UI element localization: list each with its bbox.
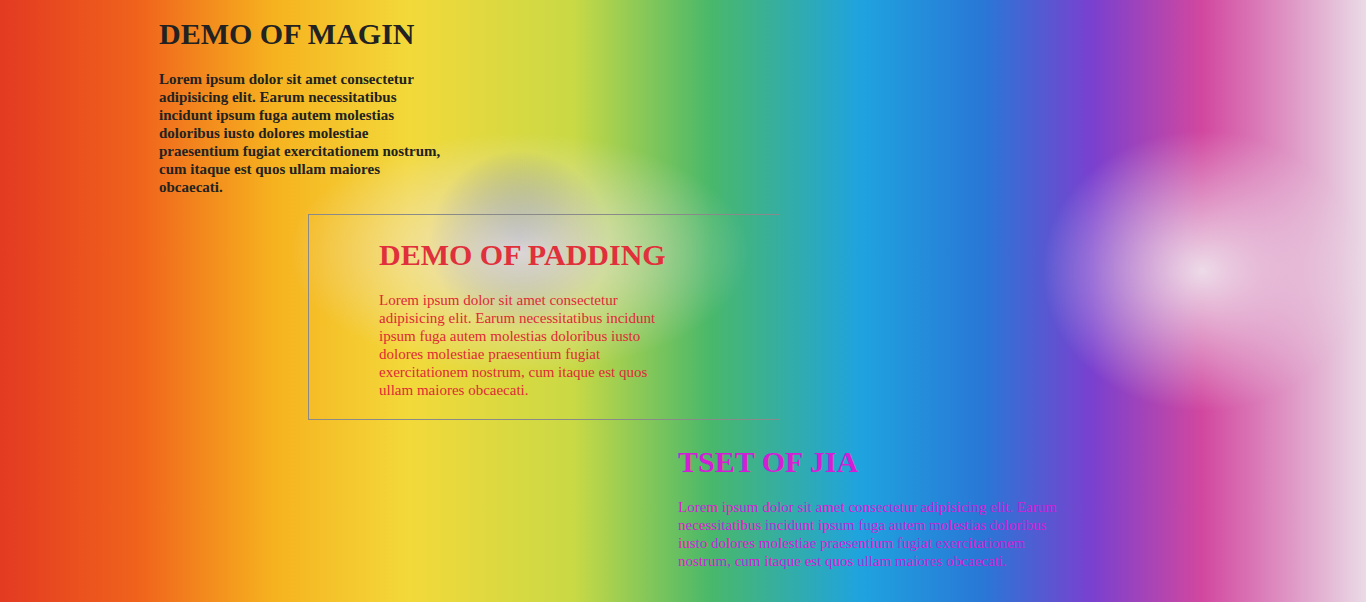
section-paragraph: Lorem ipsum dolor sit amet consectetur a… [379,291,679,399]
section-heading: DEMO OF MAGIN [159,16,444,52]
section-paragraph: Lorem ipsum dolor sit amet consectetur a… [678,498,1073,570]
background-photo: DEMO OF MAGIN Lorem ipsum dolor sit amet … [0,0,1366,602]
section-heading: TSET OF JIA [678,444,1073,480]
section-paragraph: Lorem ipsum dolor sit amet consectetur a… [159,70,444,196]
margin-section: DEMO OF MAGIN Lorem ipsum dolor sit amet … [159,16,444,196]
padding-section: DEMO OF PADDING Lorem ipsum dolor sit ame… [308,214,780,420]
test-section: TSET OF JIA Lorem ipsum dolor sit amet co… [678,444,1073,570]
section-heading: DEMO OF PADDING [379,237,679,273]
